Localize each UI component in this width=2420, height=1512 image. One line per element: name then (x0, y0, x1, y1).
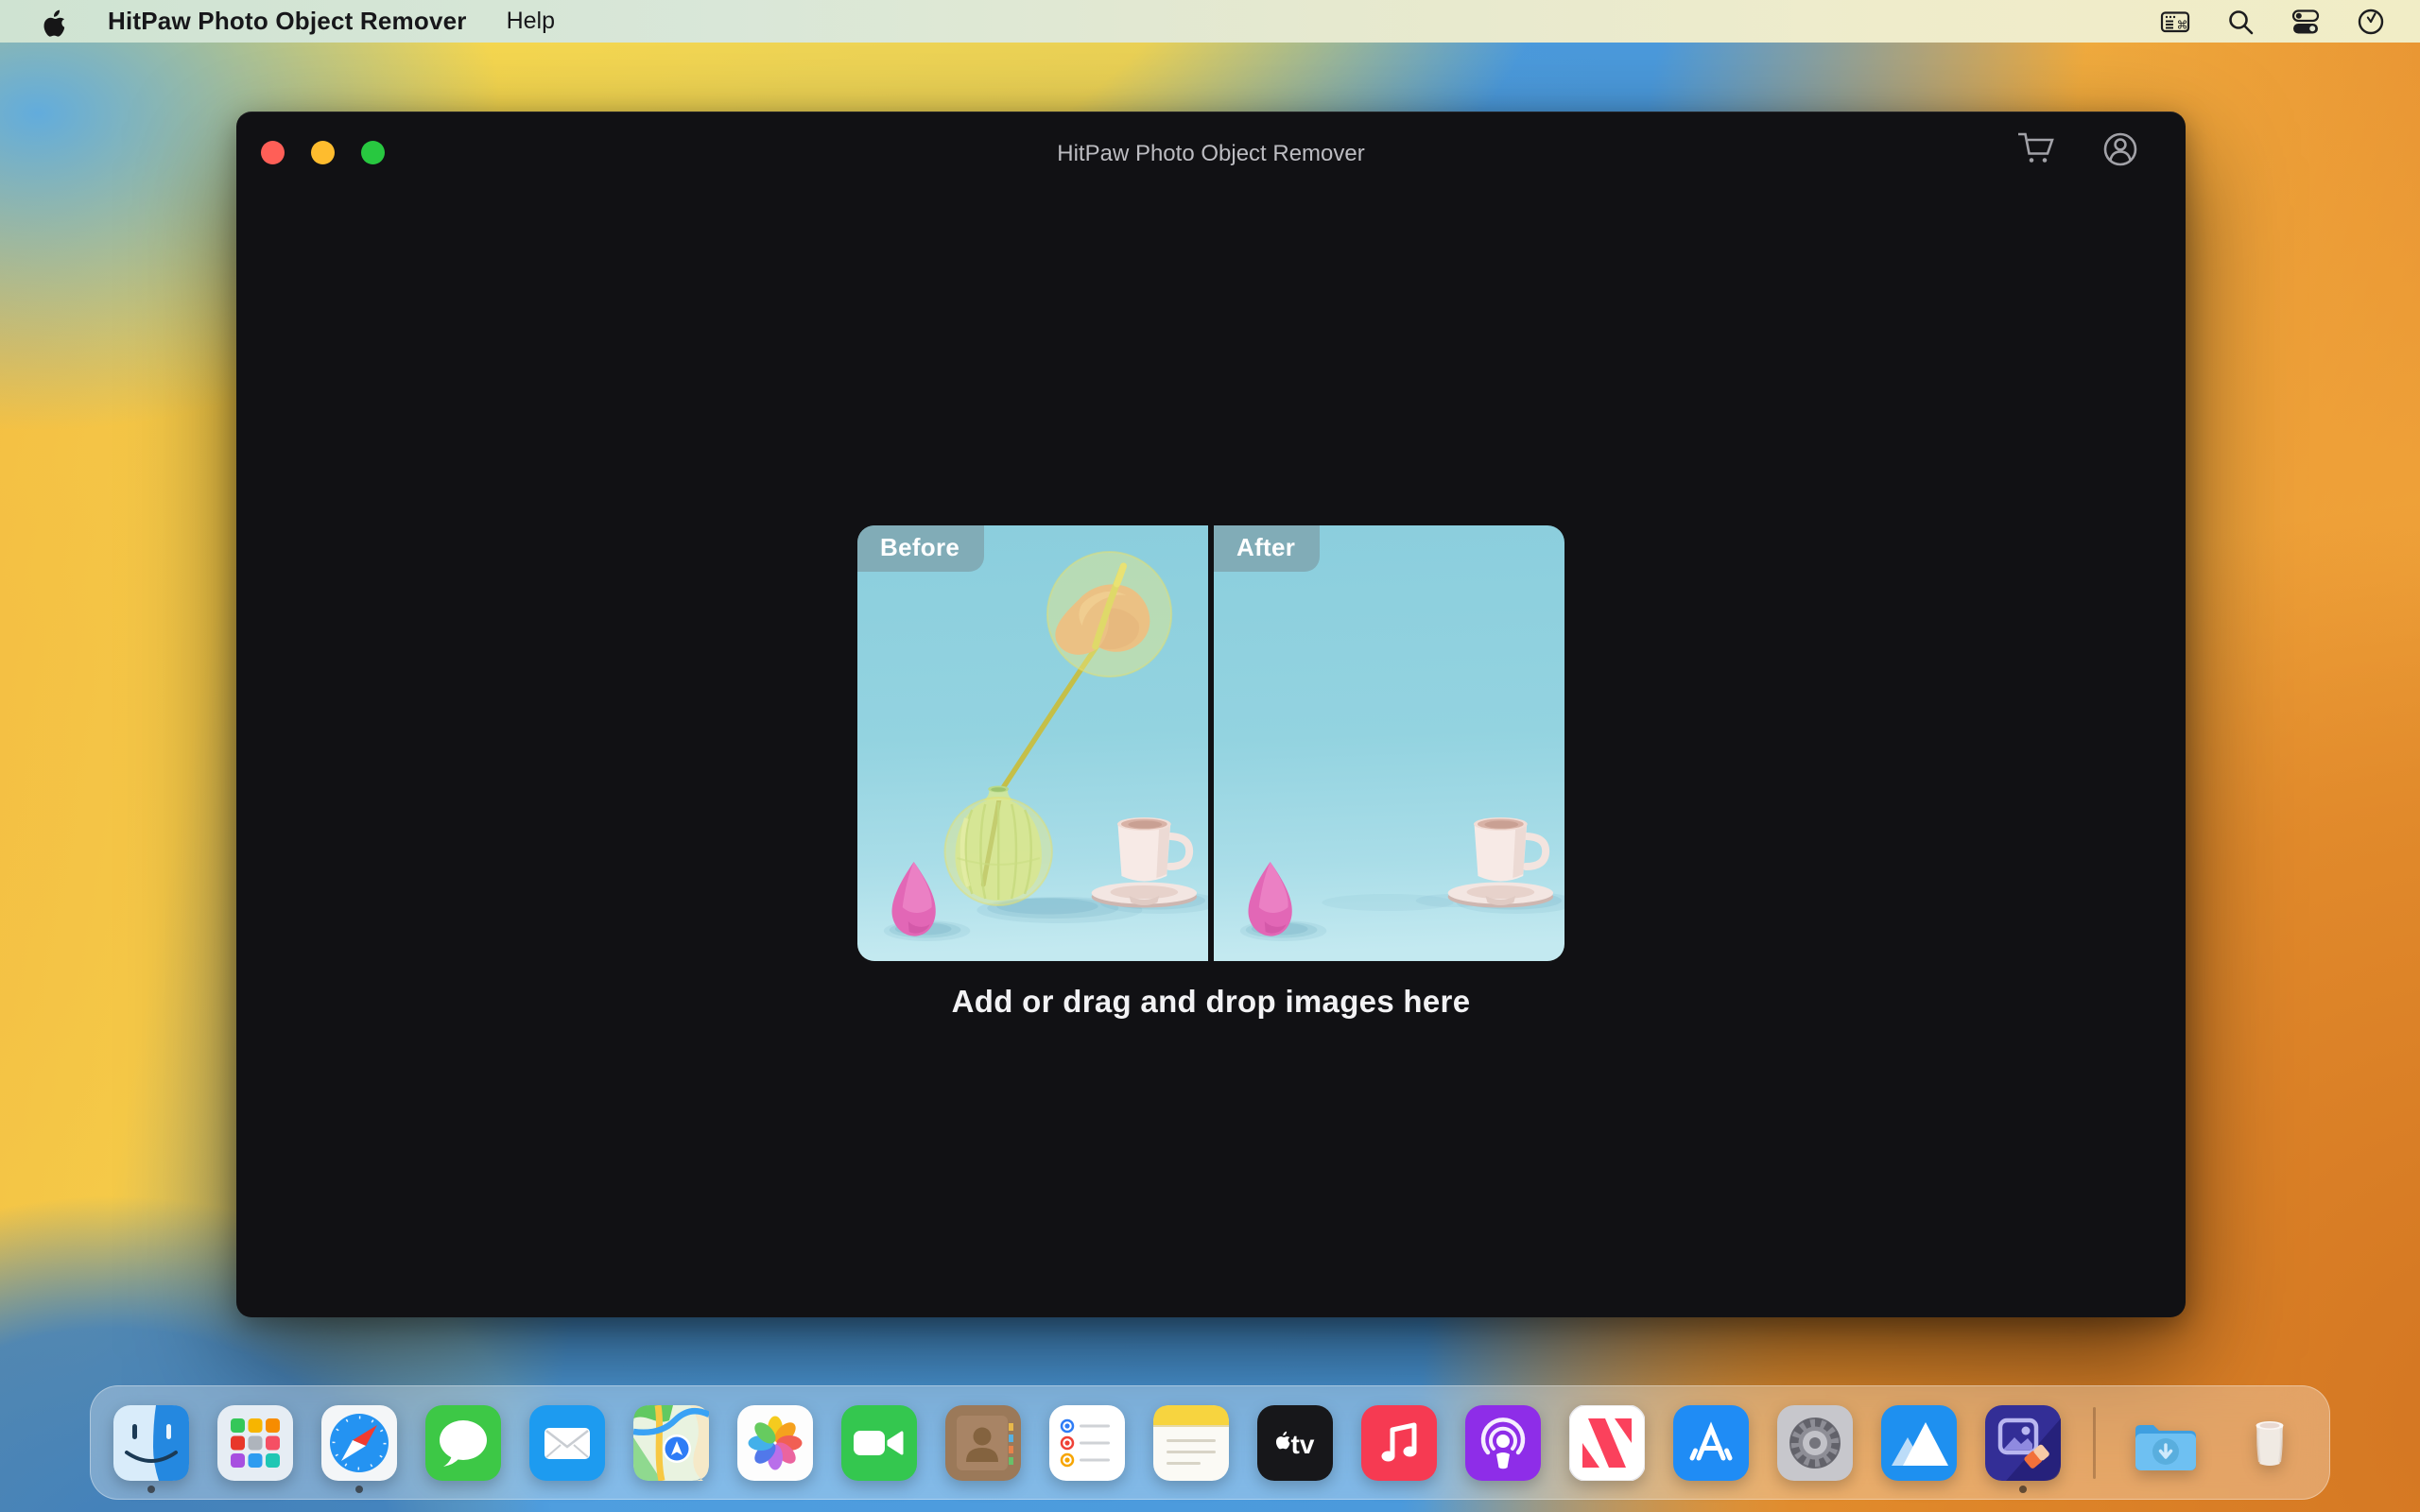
dock: tv (90, 1385, 2330, 1500)
dock-icon-system-settings[interactable] (1777, 1405, 1853, 1481)
dock-icon-apple-tv[interactable]: tv (1257, 1405, 1333, 1481)
dock-icon-safari[interactable] (321, 1405, 397, 1481)
menubar-app-name[interactable]: HitPaw Photo Object Remover (108, 7, 467, 36)
running-indicator (355, 1486, 363, 1493)
menubar-menu-help[interactable]: Help (507, 8, 555, 35)
before-image-panel: Before (857, 525, 1208, 961)
desktop: HitPaw Photo Object Remover Help ⌘ (0, 0, 2420, 1512)
drop-zone-text: Add or drag and drop images here (236, 984, 2186, 1020)
dock-icon-mail[interactable] (529, 1405, 605, 1481)
dock-icon-notes[interactable] (1153, 1405, 1229, 1481)
dock-icon-app-store[interactable] (1673, 1405, 1749, 1481)
before-scene-image (857, 525, 1208, 961)
control-center-icon[interactable] (2290, 7, 2321, 37)
after-image-panel: After (1214, 525, 1564, 961)
menu-bar: HitPaw Photo Object Remover Help ⌘ (0, 0, 2420, 43)
tv-label: tv (1290, 1430, 1314, 1459)
app-window: HitPaw Photo Object Remover (236, 112, 2186, 1317)
dock-icon-contacts[interactable] (945, 1405, 1021, 1481)
dock-icon-music[interactable] (1361, 1405, 1437, 1481)
dock-icon-mountains-app[interactable] (1881, 1405, 1957, 1481)
dock-icon-maps[interactable] (633, 1405, 709, 1481)
before-after-comparison: Before (857, 525, 1564, 961)
image-drop-zone[interactable]: Before (236, 112, 2186, 1317)
spotlight-search-icon[interactable] (2225, 7, 2256, 37)
dock-icon-trash[interactable] (2232, 1405, 2308, 1481)
dock-icon-finder[interactable] (113, 1405, 189, 1481)
dock-icon-launchpad[interactable] (217, 1405, 293, 1481)
dock-icon-news[interactable] (1569, 1405, 1645, 1481)
running-indicator (147, 1486, 155, 1493)
after-scene-image (1214, 525, 1564, 961)
dock-icon-reminders[interactable] (1049, 1405, 1125, 1481)
dock-icon-facetime[interactable] (841, 1405, 917, 1481)
dock-icon-photos[interactable] (737, 1405, 813, 1481)
keyboard-shortcuts-icon[interactable]: ⌘ (2160, 7, 2190, 37)
before-label-badge: Before (857, 525, 984, 572)
dock-icon-downloads-folder[interactable] (2128, 1405, 2204, 1481)
clock-icon[interactable] (2356, 7, 2386, 37)
after-label-badge: After (1214, 525, 1320, 572)
dock-icon-messages[interactable] (425, 1405, 501, 1481)
dock-separator (2093, 1407, 2096, 1479)
dock-icon-hitpaw-photo-object-remover[interactable] (1985, 1405, 2061, 1481)
dock-icon-podcasts[interactable] (1465, 1405, 1541, 1481)
svg-text:⌘: ⌘ (2177, 18, 2188, 31)
running-indicator (2019, 1486, 2027, 1493)
apple-menu-icon[interactable] (38, 7, 68, 37)
